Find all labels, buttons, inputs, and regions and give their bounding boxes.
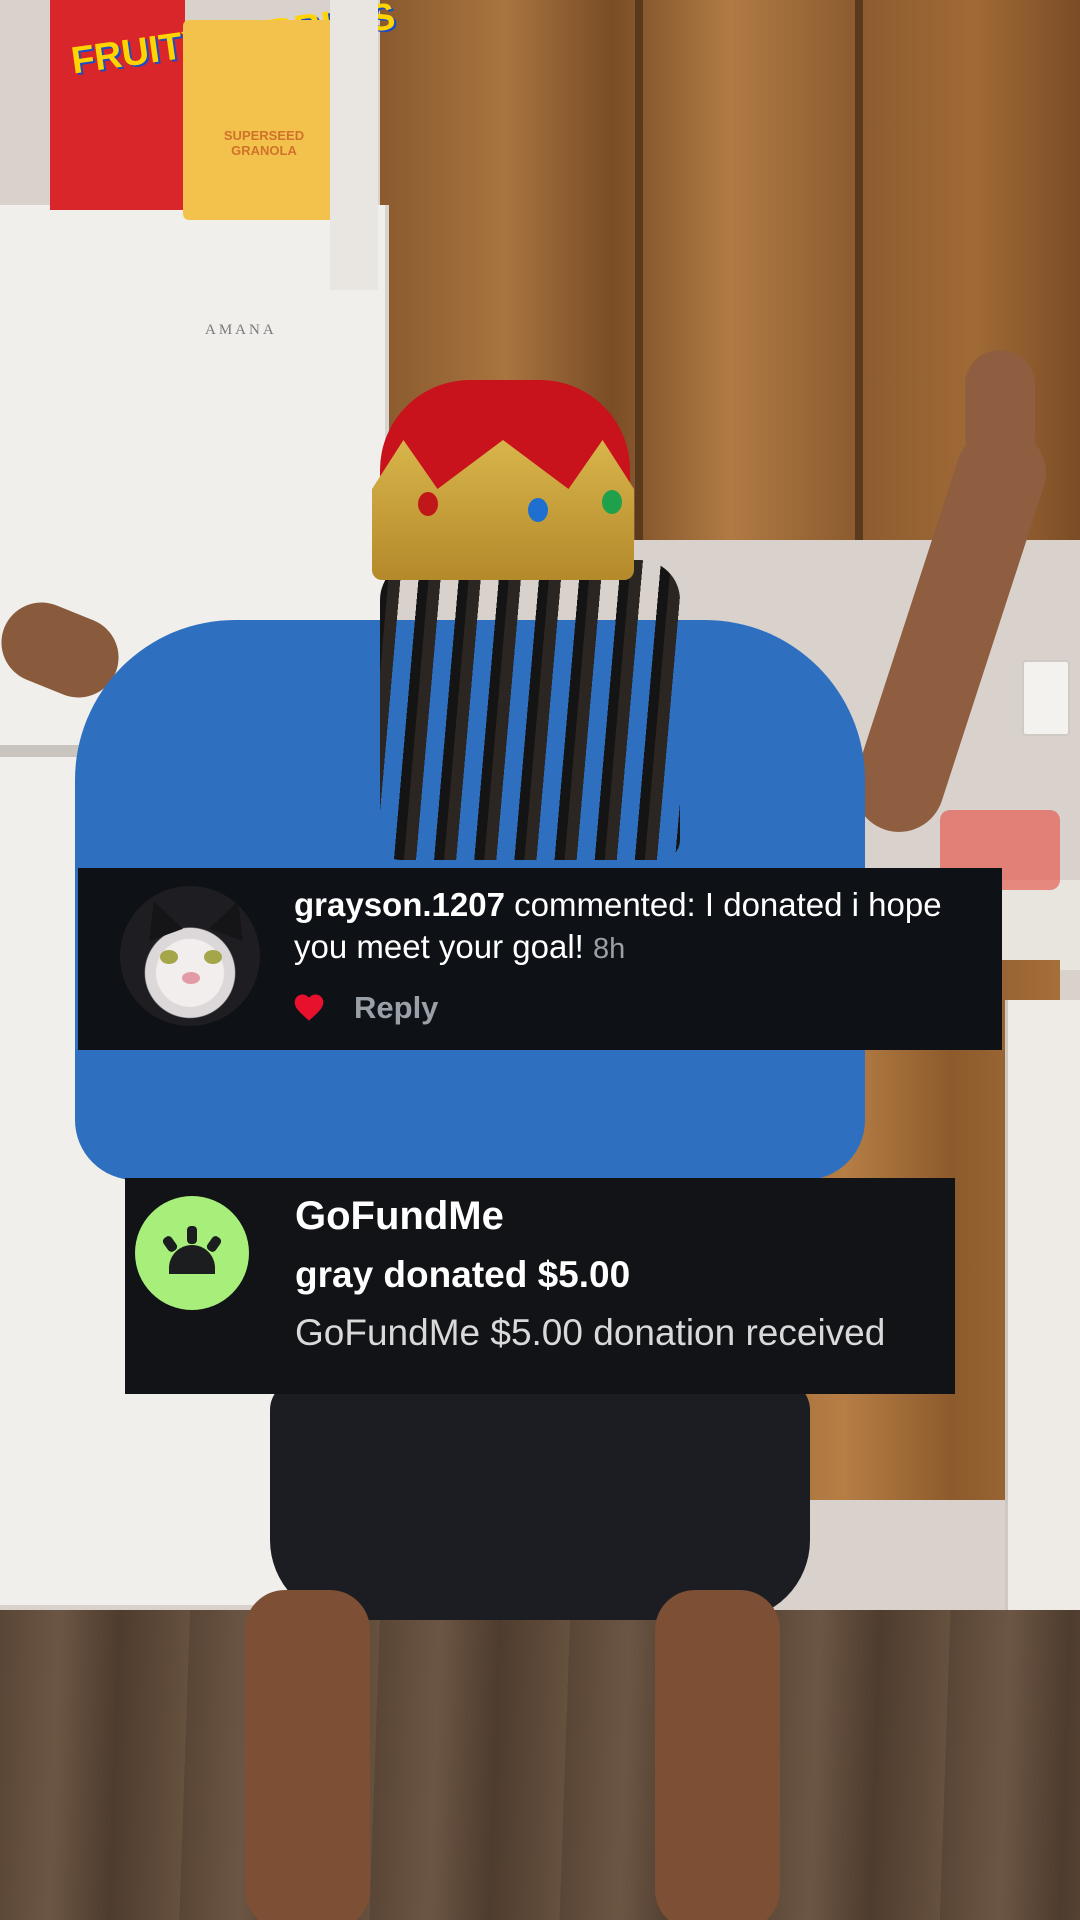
crown-gem: [418, 492, 438, 516]
cat-ear: [208, 894, 256, 942]
cat-avatar-icon[interactable]: [120, 886, 260, 1026]
donation-line: gray donated $5.00: [295, 1254, 631, 1295]
comment-username[interactable]: grayson.1207: [294, 886, 505, 923]
granola-bag-label: SUPERSEED GRANOLA: [223, 128, 305, 158]
cereal-box: [330, 0, 378, 290]
crown-gem: [602, 490, 622, 514]
cat-eye: [204, 950, 222, 964]
crown-gem: [528, 498, 548, 522]
person-right-leg: [655, 1590, 780, 1920]
gofundme-notification: GoFundMe gray donated $5.00 GoFundMe $5.…: [125, 1178, 955, 1394]
comment-timestamp: 8h: [593, 933, 626, 965]
cat-ear: [136, 894, 184, 942]
crown-gold-band: [372, 440, 634, 580]
person-pointing-hand: [965, 350, 1035, 470]
wall-outlet: [1022, 660, 1070, 736]
person-hair: [380, 560, 680, 860]
person-left-leg: [245, 1590, 370, 1920]
gofundme-title: GoFundMe: [295, 1194, 504, 1238]
wood-floor: [0, 1610, 1080, 1920]
cabinet-seam: [855, 0, 863, 540]
cat-eye: [160, 950, 178, 964]
comment-action: commented:: [504, 886, 705, 923]
donation-receipt-line: GoFundMe $5.00 donation received: [295, 1312, 886, 1353]
granola-bag: [183, 20, 341, 220]
comment-card: grayson.1207 commented: I donated i hope…: [78, 868, 1002, 1050]
fridge-brand-label: AMANA: [205, 322, 277, 338]
cat-nose: [182, 972, 200, 984]
reply-button[interactable]: Reply: [354, 990, 438, 1026]
gofundme-logo-icon: [135, 1196, 249, 1310]
person-shorts: [270, 1380, 810, 1620]
cabinet-seam: [635, 0, 643, 540]
comment-body: grayson.1207 commented: I donated i hope…: [294, 884, 974, 970]
heart-icon[interactable]: [292, 992, 326, 1022]
gofundme-logo-glyph: [162, 1226, 222, 1274]
